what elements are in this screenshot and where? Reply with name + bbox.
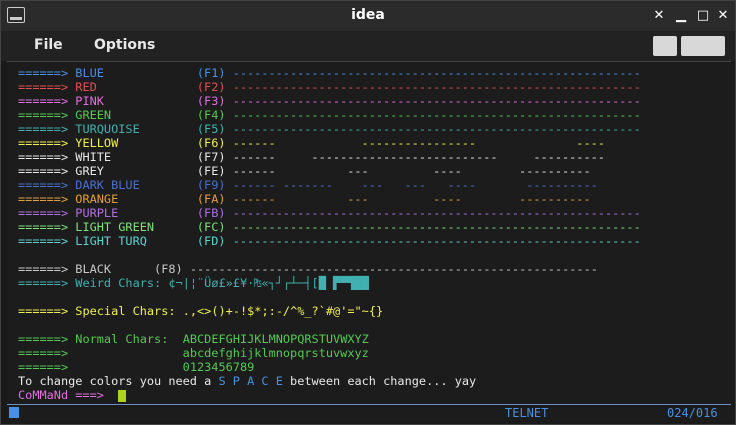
color-line: ======> WHITE (F7) ------ --------------… [18, 150, 605, 164]
minimize-icon[interactable]: ▁ [671, 6, 691, 26]
status-bar: TELNET 024/016 [7, 404, 731, 421]
terminal-screen[interactable]: ======> BLUE (F1) ----------------------… [7, 61, 731, 404]
color-line: ======> RED (F2) -----------------------… [18, 80, 641, 94]
color-line: ======> TURQUOISE (F5) -----------------… [18, 122, 641, 136]
color-line: ======> ORANGE (FA) ------ --- ---- ----… [18, 192, 591, 206]
window-title: idea [351, 7, 385, 23]
color-line: ======> PINK (F3) ----------------------… [18, 94, 641, 108]
color-line: ======> BLUE (F1) ----------------------… [18, 66, 641, 80]
normal-lower-line: ======> abcdefghijklmnopqrstuvwxyz [18, 346, 369, 360]
menu-bar: File Options [1, 31, 735, 61]
status-cursor-pos: 024/016 [667, 406, 718, 420]
color-line: ======> LIGHT TURQ (FD) ----------------… [18, 234, 641, 248]
maximize-icon[interactable]: □ [693, 6, 713, 26]
color-line: ======> GREEN (F4) ---------------------… [18, 108, 641, 122]
title-bar: idea ✕ ▁ □ ✕ [1, 1, 735, 31]
lock-icon[interactable] [653, 36, 677, 56]
keyboard-icon[interactable] [681, 36, 725, 56]
status-mode: TELNET [505, 406, 549, 420]
special-chars-line: ======> Special Chars: .,<>()+-!$*;:-/^%… [18, 304, 384, 318]
menu-file[interactable]: File [34, 37, 63, 53]
terminal-window: idea ✕ ▁ □ ✕ File Options ======> BLUE (… [0, 0, 736, 425]
text-cursor [118, 389, 127, 402]
black-line: ======> BLACK (F8) ---------------------… [18, 262, 598, 276]
command-line[interactable]: CoMMaNd ===> [18, 388, 127, 402]
color-line: ======> PURPLE (FB) --------------------… [18, 206, 641, 220]
menu-options[interactable]: Options [94, 37, 155, 53]
color-line: ======> LIGHT GREEN (FC) ---------------… [18, 220, 641, 234]
normal-digits-line: ======> 0123456789 [18, 360, 255, 374]
hint-line: To change colors you need a S P A C E be… [18, 374, 477, 388]
color-line: ======> DARK BLUE (F9) ------ ------- --… [18, 178, 598, 192]
normal-chars-line: ======> Normal Chars: ABCDEFGHIJKLMNOPQR… [18, 332, 369, 346]
close-x-icon[interactable]: ✕ [649, 6, 669, 26]
color-line: ======> GREY (FE) ------ --- ---- ------… [18, 164, 591, 178]
weird-chars-line: ======> Weird Chars: ¢¬|¦¨Üø£»£¥·₧«┐┘┌┴─… [18, 276, 369, 290]
close-icon[interactable]: ✕ [713, 6, 733, 26]
color-line: ======> YELLOW (F6) ------ -------------… [18, 136, 605, 150]
